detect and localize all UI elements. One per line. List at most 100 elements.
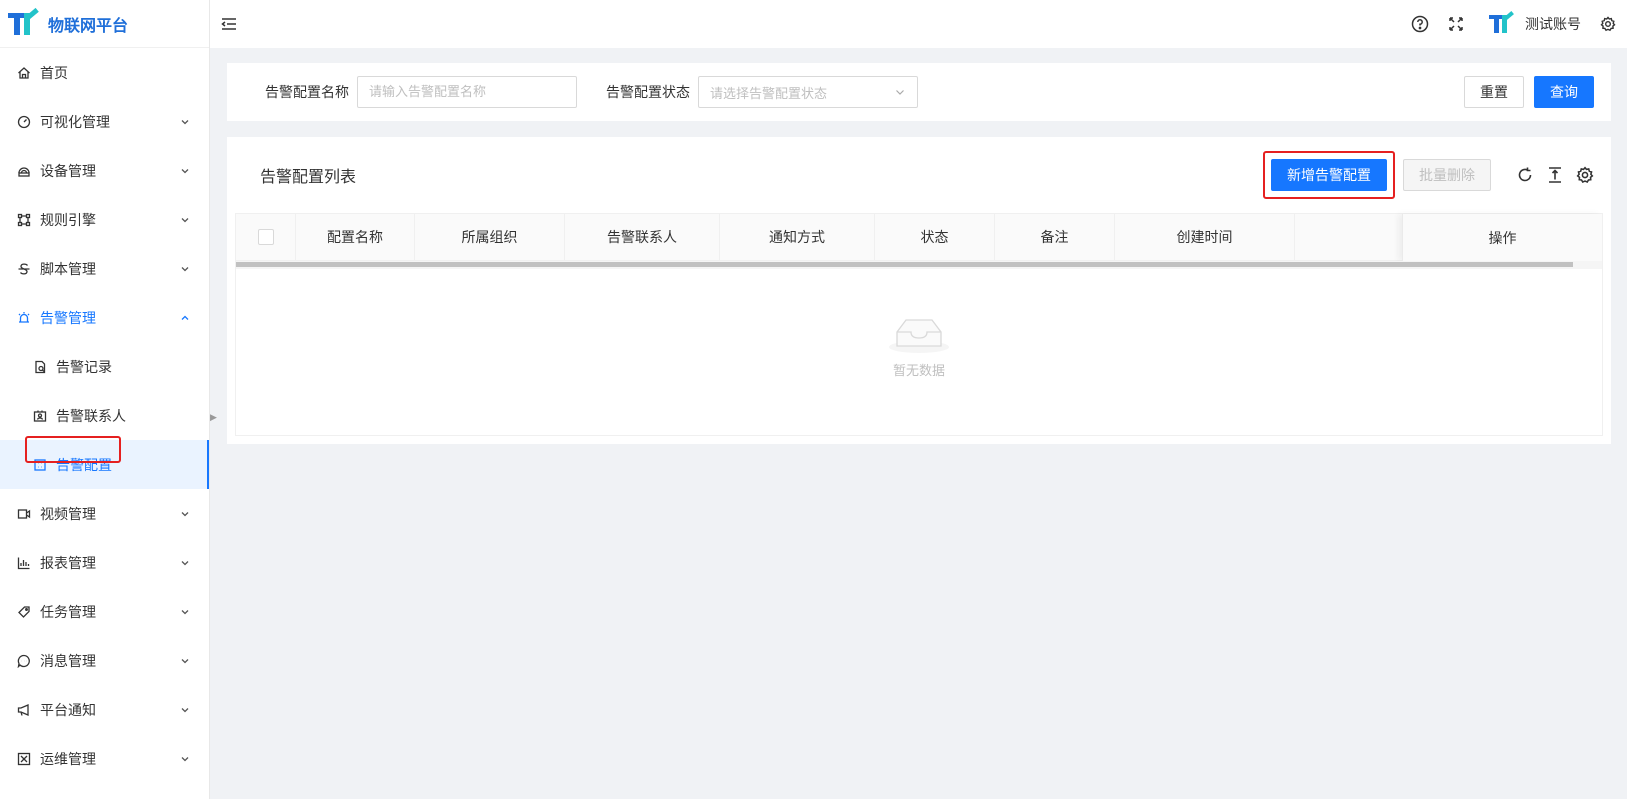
table-header-row: 配置名称 所属组织 告警联系人 通知方式 状态 备注 创建时间 更新时间 <box>236 214 1602 261</box>
video-icon <box>16 506 32 522</box>
contact-icon <box>32 408 48 424</box>
reset-button[interactable]: 重置 <box>1464 76 1524 108</box>
sidebar-item-ops[interactable]: 运维管理 <box>0 734 209 783</box>
sidebar-item-visualization[interactable]: 可视化管理 <box>0 97 209 146</box>
sidebar-item-label: 首页 <box>40 65 68 82</box>
column-height-icon[interactable] <box>1545 165 1565 185</box>
empty-inbox-icon <box>887 314 951 354</box>
dashboard-icon <box>16 114 32 130</box>
sidebar-item-label: 视频管理 <box>40 506 96 523</box>
rule-icon <box>16 212 32 228</box>
sidebar-item-label: 告警配置 <box>56 457 112 474</box>
sidebar-item-label: 报表管理 <box>40 555 96 572</box>
sidebar-item-device[interactable]: 设备管理 <box>0 146 209 195</box>
operation-column-header: 操作 <box>1402 214 1602 261</box>
add-alarm-config-button[interactable]: 新增告警配置 <box>1271 159 1387 191</box>
chevron-down-icon <box>179 116 191 128</box>
sidebar-item-label: 平台通知 <box>40 702 96 719</box>
help-icon[interactable] <box>1411 15 1429 33</box>
column-header[interactable]: 通知方式 <box>720 214 875 260</box>
logo-mark-icon <box>8 7 40 35</box>
sidebar-item-script[interactable]: 脚本管理 <box>0 244 209 293</box>
sidebar-item-label: 告警管理 <box>40 310 96 327</box>
sidebar-item-label: 消息管理 <box>40 653 96 670</box>
sidebar-collapse-icon[interactable]: ▶ <box>210 413 218 425</box>
table-toolbar: 告警配置列表 新增告警配置 批量删除 <box>227 137 1611 213</box>
chevron-down-icon <box>179 655 191 667</box>
config-name-input[interactable] <box>357 76 577 108</box>
select-all-checkbox[interactable] <box>257 229 274 245</box>
column-header[interactable]: 告警联系人 <box>565 214 720 260</box>
column-header[interactable]: 创建时间 <box>1115 214 1295 260</box>
home-icon <box>16 65 32 81</box>
empty-state: 暂无数据 <box>236 314 1602 379</box>
user-menu[interactable]: 测试账号 <box>1489 11 1581 34</box>
column-header[interactable]: 备注 <box>995 214 1115 260</box>
chevron-down-icon <box>179 165 191 177</box>
batch-delete-button[interactable]: 批量删除 <box>1403 159 1491 191</box>
sidebar-item-label: 告警记录 <box>56 359 112 376</box>
sidebar-item-label: 设备管理 <box>40 163 96 180</box>
sidebar-item-video[interactable]: 视频管理 <box>0 489 209 538</box>
search-button[interactable]: 查询 <box>1534 76 1594 108</box>
scrollbar-thumb[interactable] <box>236 262 1573 267</box>
column-header[interactable]: 所属组织 <box>415 214 565 260</box>
sidebar-item-alarm-config[interactable]: 告警配置 <box>0 440 209 489</box>
horizontal-scrollbar[interactable] <box>236 261 1602 269</box>
chevron-down-icon <box>179 606 191 618</box>
table-actions: 新增告警配置 批量删除 <box>1263 151 1595 199</box>
config-name-label: 告警配置名称 <box>265 85 349 101</box>
sidebar-item-label: 运维管理 <box>40 751 96 768</box>
top-header: 测试账号 <box>210 0 1627 48</box>
notify-icon <box>16 702 32 718</box>
message-icon <box>16 653 32 669</box>
add-button-wrap: 新增告警配置 <box>1263 151 1395 199</box>
sidebar-item-alarm-contact[interactable]: 告警联系人 <box>0 391 209 440</box>
sidebar-item-alarm[interactable]: 告警管理 <box>0 293 209 342</box>
filter-buttons: 重置 查询 <box>1464 76 1594 108</box>
sidebar-item-label: 任务管理 <box>40 604 96 621</box>
alarm-config-table-card: 告警配置列表 新增告警配置 批量删除 配置名称 所属组织 告警联系人 通知方式 … <box>227 137 1611 444</box>
user-name: 测试账号 <box>1525 17 1581 33</box>
sidebar-item-message[interactable]: 消息管理 <box>0 636 209 685</box>
config-status-select[interactable]: 请选择告警配置状态 <box>698 76 918 108</box>
sidebar-item-rules[interactable]: 规则引擎 <box>0 195 209 244</box>
sidebar-item-alarm-record[interactable]: 告警记录 <box>0 342 209 391</box>
chevron-down-icon <box>179 263 191 275</box>
app-title: 物联网平台 <box>48 15 129 35</box>
header-tools: 测试账号 <box>1393 11 1627 34</box>
chevron-down-icon <box>179 753 191 765</box>
chevron-down-icon <box>179 557 191 569</box>
column-settings-gear-icon[interactable] <box>1575 165 1595 185</box>
column-header[interactable]: 状态 <box>875 214 995 260</box>
sidebar-item-notice[interactable]: 平台通知 <box>0 685 209 734</box>
alarm-config-table: 配置名称 所属组织 告警联系人 通知方式 状态 备注 创建时间 更新时间 操作 … <box>235 213 1603 436</box>
sidebar-item-task[interactable]: 任务管理 <box>0 587 209 636</box>
chevron-down-icon <box>894 86 906 98</box>
column-header[interactable]: 配置名称 <box>296 214 415 260</box>
refresh-icon[interactable] <box>1515 165 1535 185</box>
settings-gear-icon[interactable] <box>1599 15 1617 33</box>
sidebar-item-home[interactable]: 首页 <box>0 48 209 97</box>
chevron-down-icon <box>179 704 191 716</box>
device-icon <box>16 163 32 179</box>
select-placeholder: 请选择告警配置状态 <box>710 86 828 102</box>
chevron-up-icon <box>179 312 191 324</box>
sidebar-item-label: 脚本管理 <box>40 261 96 278</box>
select-all-cell <box>236 214 296 260</box>
logo[interactable]: 物联网平台 <box>0 0 209 48</box>
fullscreen-icon[interactable] <box>1447 15 1465 33</box>
sidebar-item-report[interactable]: 报表管理 <box>0 538 209 587</box>
task-icon <box>16 604 32 620</box>
sidebar-item-label: 告警联系人 <box>56 408 126 425</box>
sidebar: 物联网平台 首页 可视化管理 设备管理 规则引擎 脚本管理 告警管理 告警记录 … <box>0 0 210 799</box>
menu-fold-icon[interactable] <box>220 15 238 33</box>
sidebar-menu: 首页 可视化管理 设备管理 规则引擎 脚本管理 告警管理 告警记录 告警联系人 … <box>0 48 209 783</box>
table-title: 告警配置列表 <box>260 167 357 186</box>
sidebar-item-label: 规则引擎 <box>40 212 96 229</box>
config-status-label: 告警配置状态 <box>606 85 690 101</box>
chart-icon <box>16 555 32 571</box>
chevron-down-icon <box>179 508 191 520</box>
sidebar-item-label: 可视化管理 <box>40 114 110 131</box>
record-icon <box>32 359 48 375</box>
